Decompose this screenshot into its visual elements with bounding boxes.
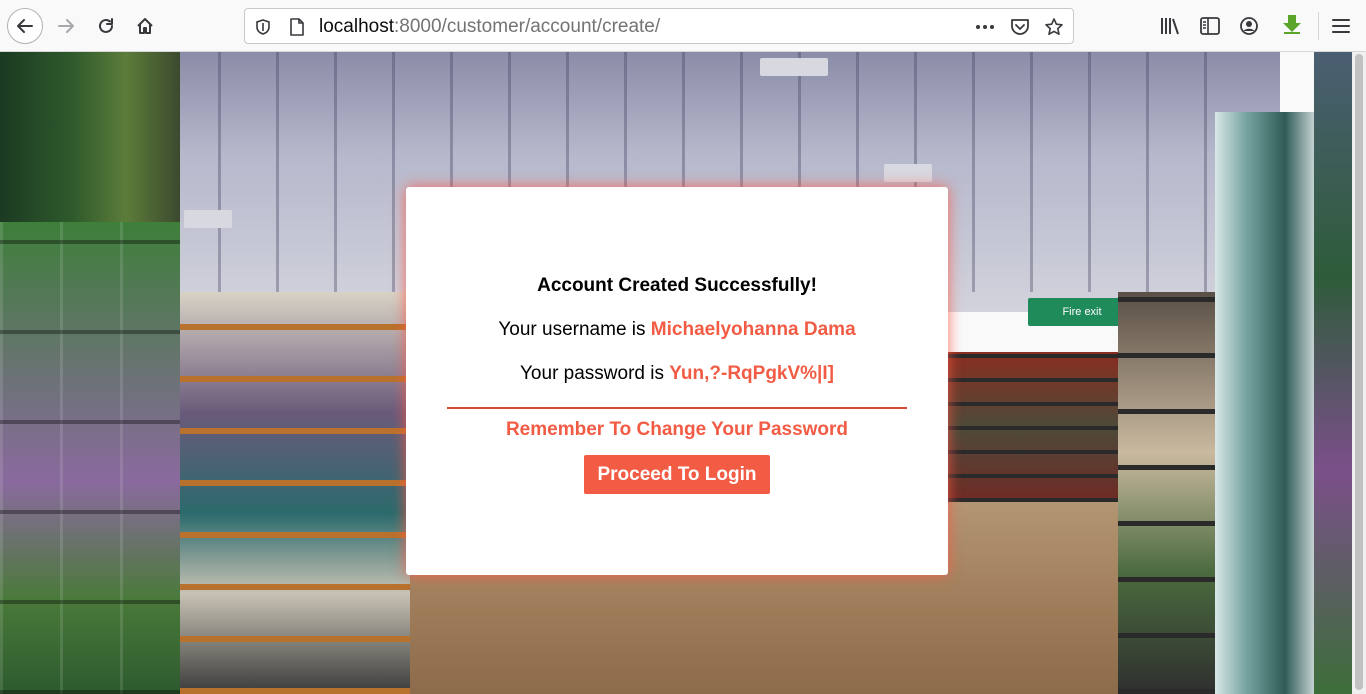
hamburger-menu-icon (1332, 19, 1350, 33)
account-created-card: Account Created Successfully! Your usern… (406, 187, 948, 575)
app-menu-button[interactable] (1329, 14, 1353, 38)
back-arrow-icon (17, 19, 33, 33)
background-fridge (1215, 112, 1315, 694)
library-button[interactable] (1158, 14, 1182, 38)
scrollbar-thumb[interactable] (1355, 54, 1363, 690)
library-icon (1161, 18, 1179, 35)
tracking-shield-icon[interactable] (253, 17, 273, 37)
url-text[interactable]: localhost:8000/customer/account/create/ (319, 17, 660, 37)
download-button[interactable] (1280, 12, 1304, 36)
divider (447, 407, 907, 409)
background-right-display (1314, 52, 1352, 694)
background-lamp (760, 58, 828, 76)
pocket-icon[interactable] (1009, 17, 1031, 37)
success-title: Account Created Successfully! (537, 275, 817, 296)
username-line: Your username is Michaelyohanna Dama (406, 319, 948, 341)
password-value: Yun,?-RqPgkV%|I] (669, 363, 834, 384)
page-icon[interactable] (287, 17, 307, 37)
star-icon[interactable] (1043, 17, 1065, 37)
home-icon (137, 18, 153, 34)
proceed-to-login-button[interactable]: Proceed To Login (584, 455, 770, 494)
browser-toolbar: localhost:8000/customer/account/create/ (0, 0, 1366, 52)
reload-icon (99, 18, 113, 33)
account-button[interactable] (1237, 14, 1261, 38)
url-path: :8000/customer/account/create/ (394, 16, 661, 37)
background-lamp (184, 210, 232, 228)
password-label: Your password is (520, 363, 670, 384)
back-button[interactable] (7, 8, 43, 44)
forward-arrow-icon (58, 19, 74, 33)
reload-button[interactable] (92, 12, 120, 40)
background-shelf-back (948, 352, 1118, 502)
account-icon (1240, 17, 1258, 35)
background-seed-packets (0, 222, 180, 694)
change-password-reminder: Remember To Change Your Password (505, 419, 849, 440)
url-bar[interactable]: localhost:8000/customer/account/create/ (244, 8, 1074, 44)
more-dots-icon[interactable] (973, 17, 997, 37)
toolbar-separator (1318, 12, 1319, 40)
background-shelf-left (178, 292, 410, 694)
sidebar-button[interactable] (1198, 14, 1222, 38)
username-value: Michaelyohanna Dama (650, 319, 856, 340)
background-lamp (884, 164, 932, 182)
username-label: Your username is (498, 319, 651, 340)
password-line: Your password is Yun,?-RqPgkV%|I] (406, 363, 948, 385)
sidebar-icon (1200, 17, 1220, 35)
url-host: localhost (319, 16, 394, 37)
home-button[interactable] (131, 12, 159, 40)
download-arrow-icon (1283, 15, 1301, 34)
page-scrollbar[interactable] (1352, 52, 1366, 694)
forward-button[interactable] (52, 12, 80, 40)
